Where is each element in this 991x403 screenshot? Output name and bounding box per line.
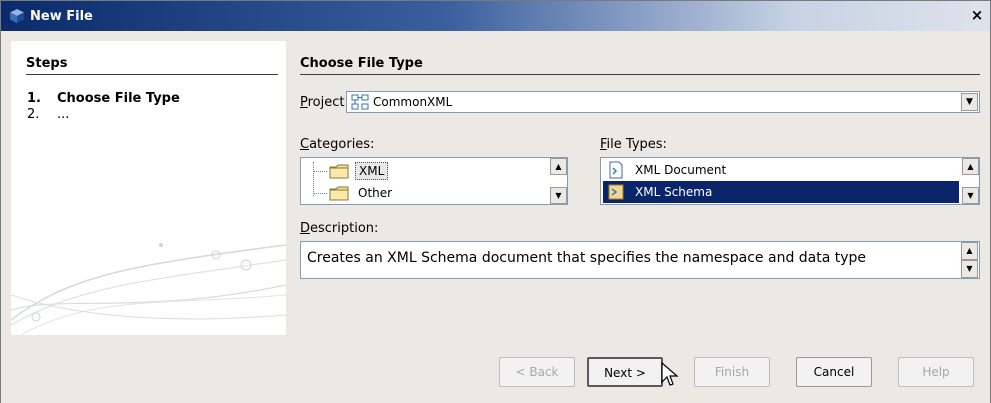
categories-scrollbar[interactable]: ▲ ▼ [550,158,567,204]
scroll-up-icon[interactable]: ▲ [962,158,979,175]
project-icon [351,94,369,110]
description-text: Creates an XML Schema document that spec… [307,250,867,266]
file-types-scrollbar[interactable]: ▲ ▼ [962,158,979,204]
categories-list[interactable]: XML Other ▲ ▼ [300,157,568,205]
title-bar[interactable]: New File × [1,1,990,31]
steps-title: Steps [26,56,68,71]
file-types-list[interactable]: XML Document XML Schema ▲ ▼ [600,157,980,205]
file-type-item-xml-document[interactable]: XML Document [603,159,959,181]
chevron-down-icon[interactable]: ▼ [961,93,978,111]
project-dropdown[interactable]: CommonXML ▼ [346,91,980,113]
step-item-2: 2.... [27,107,70,122]
folder-icon [329,164,349,178]
new-file-dialog: New File × Steps 1. Choose File Type 2...… [0,0,991,403]
page-title: Choose File Type [300,56,423,71]
scroll-down-icon[interactable]: ▼ [962,187,979,204]
description-scrollbar[interactable]: ▲ ▼ [961,242,979,278]
help-button[interactable]: Help [898,357,974,387]
step-item-1: 1. Choose File Type [27,91,180,106]
close-button[interactable]: × [968,7,986,25]
back-button[interactable]: < Back [499,357,575,387]
description-label: Description: [300,221,379,236]
divider [300,74,980,75]
category-item-xml[interactable]: XML [313,161,389,181]
next-button[interactable]: Next > [587,357,663,387]
description-text-area[interactable]: Creates an XML Schema document that spec… [300,241,980,279]
content-panel: Choose File Type Project: CommonXML ▼ Ca… [286,41,986,335]
steps-panel: Steps 1. Choose File Type 2.... [11,41,286,335]
cube-icon [10,9,24,23]
categories-label: Categories: [300,137,375,152]
scroll-up-icon[interactable]: ▲ [550,158,567,175]
cancel-button[interactable]: Cancel [796,357,872,387]
scroll-down-icon[interactable]: ▼ [961,260,978,278]
scroll-up-icon[interactable]: ▲ [961,242,978,260]
decorative-swirl-graphic [11,243,286,335]
project-label: Project: [300,95,349,110]
file-type-item-xml-schema[interactable]: XML Schema [603,181,959,203]
category-item-other[interactable]: Other [313,183,395,203]
scroll-down-icon[interactable]: ▼ [550,187,567,204]
folder-icon [329,186,349,200]
xml-document-icon [609,161,623,179]
button-bar: < Back Next > Finish Cancel Help [1,335,990,403]
mouse-cursor-icon [661,362,679,386]
xml-schema-icon [608,184,624,200]
divider [26,74,278,75]
file-types-label: File Types: [600,137,667,152]
finish-button[interactable]: Finish [694,357,770,387]
window-title: New File [30,8,93,24]
project-value: CommonXML [373,95,453,109]
